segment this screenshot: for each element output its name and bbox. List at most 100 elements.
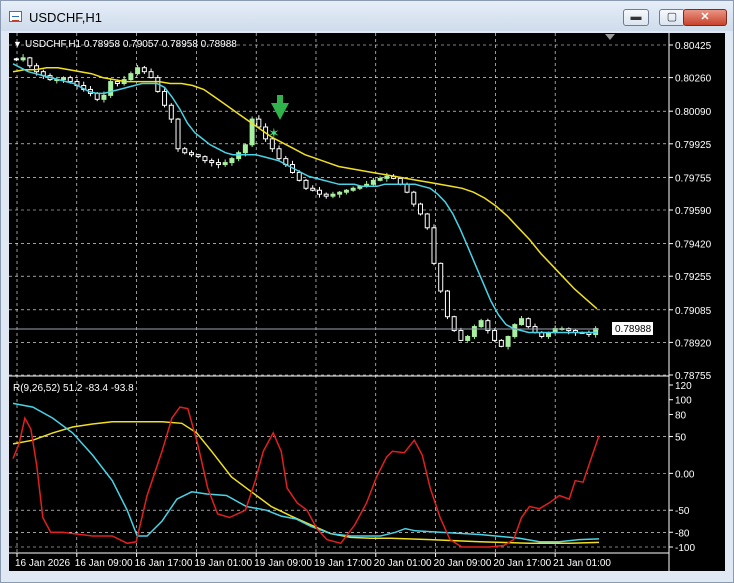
current-price-label: 0.78988	[615, 324, 652, 335]
price-tick-label: 0.79755	[675, 173, 712, 184]
chart-area[interactable]: ✶ ▼ USDCHF,H1 0.78958 0.79057 0.78958 0.…	[9, 33, 725, 571]
oscillator-axis: 120 100 80 50 0.00 -50 -80 -100	[669, 381, 695, 554]
signal-star-icon: ✶	[268, 125, 280, 141]
maximize-button[interactable]: ▢	[659, 9, 685, 26]
time-tick-label: 19 Jan 09:00	[254, 558, 312, 569]
candle-body	[525, 318, 531, 328]
candle-body	[135, 67, 141, 75]
candle-body	[532, 326, 538, 334]
candle-body	[108, 81, 114, 96]
time-tick-label: 19 Jan 01:00	[194, 558, 252, 569]
oscillator-tick-label: 100	[675, 396, 692, 407]
candle-body	[384, 175, 390, 179]
price-axis: 0.80425 0.80260 0.80090 0.79925 0.79755 0.795…	[668, 33, 712, 571]
candle-body	[303, 179, 309, 189]
oscillator-tick-label: 50	[675, 433, 687, 444]
title-bar[interactable]: USDCHF,H1 ▬ ▢ ✕	[1, 1, 733, 31]
candle-body	[182, 148, 188, 154]
minimize-button[interactable]: ▬	[623, 9, 649, 26]
time-tick-label: 21 Jan 01:00	[553, 558, 611, 569]
price-tick-label: 0.78920	[675, 338, 712, 349]
candle-body	[370, 179, 376, 185]
candle-body	[162, 90, 168, 106]
price-tick-label: 0.79590	[675, 206, 712, 217]
candle-body	[418, 203, 424, 215]
oscillator-tick-label: 80	[675, 410, 687, 421]
candle-body	[444, 290, 450, 318]
oscillator-fast-line	[12, 406, 600, 548]
candle-body	[350, 187, 356, 191]
candle-body	[431, 227, 437, 264]
candle-body	[451, 316, 457, 332]
oscillator-header: R(9,26,52) 51.2 -83.4 -93.8	[13, 383, 134, 394]
candle-body	[519, 318, 525, 326]
oscillator-grid	[9, 436, 669, 548]
candle-body	[505, 335, 511, 347]
candle-body	[256, 118, 262, 128]
time-tick-label: 19 Jan 17:00	[314, 558, 372, 569]
candle-body	[209, 160, 215, 164]
candle-body	[296, 171, 302, 181]
price-tick-label: 0.79420	[675, 240, 712, 251]
candle-body	[471, 326, 477, 337]
candle-body	[148, 71, 154, 79]
fast-moving-average-line	[12, 63, 597, 334]
candle-body	[141, 67, 147, 73]
candle-body	[337, 191, 343, 195]
time-tick-label: 16 Jan 17:00	[135, 558, 193, 569]
candle-body	[310, 187, 316, 191]
oscillator-mid-line	[12, 402, 600, 543]
candle-body	[411, 191, 417, 205]
price-tick-label: 0.79085	[675, 306, 712, 317]
candle-body	[168, 104, 174, 120]
oscillator-slow-line	[12, 421, 600, 545]
candle-body	[397, 177, 403, 185]
candle-body	[188, 152, 194, 156]
signal-arrow-icon	[271, 95, 289, 120]
candle-body	[236, 152, 242, 160]
candle-body	[404, 183, 410, 193]
candle-body	[478, 320, 484, 328]
candle-body	[114, 81, 120, 85]
chart-window: USDCHF,H1 ▬ ▢ ✕ ✶ ▼ USDCHF,H1 0.78958 0.…	[0, 0, 734, 583]
price-tick-label: 0.79255	[675, 272, 712, 283]
candle-body	[424, 213, 430, 229]
candle-body	[498, 339, 504, 347]
candle-body	[101, 94, 107, 100]
candle-body	[27, 57, 33, 67]
time-tick-label: 16 Jan 2026	[15, 558, 70, 569]
candle-body	[229, 158, 235, 164]
chart-icon	[9, 11, 22, 22]
candle-body	[276, 148, 282, 160]
candle-body	[61, 77, 67, 81]
candle-body	[330, 193, 336, 197]
candle-body	[438, 262, 444, 292]
candle-body	[175, 118, 181, 150]
chart-canvas[interactable]: ✶ ▼ USDCHF,H1 0.78958 0.79057 0.78958 0.…	[9, 33, 725, 571]
time-tick-label: 20 Jan 17:00	[493, 558, 551, 569]
candle-body	[195, 154, 201, 158]
candle-body	[128, 73, 134, 81]
oscillator-tick-label: -100	[675, 543, 695, 554]
candle-body	[316, 189, 322, 195]
oscillator-tick-label: -80	[675, 528, 690, 539]
price-tick-label: 0.79925	[675, 140, 712, 151]
oscillator-tick-label: 120	[675, 381, 692, 392]
time-tick-label: 20 Jan 01:00	[374, 558, 432, 569]
candle-body	[343, 189, 349, 193]
candle-body	[492, 330, 498, 341]
price-tick-label: 0.80260	[675, 74, 712, 85]
candle-body	[13, 58, 19, 61]
candles	[13, 54, 599, 350]
shift-marker-icon[interactable]	[605, 34, 615, 40]
candle-body	[512, 324, 518, 337]
candle-body	[242, 144, 248, 154]
candle-body	[377, 177, 383, 181]
candle-body	[323, 193, 329, 197]
close-button[interactable]: ✕	[683, 9, 727, 26]
window-title: USDCHF,H1	[29, 10, 102, 25]
price-tick-label: 0.80425	[675, 41, 712, 52]
time-axis: 16 Jan 2026 16 Jan 09:00 16 Jan 17:00 19 Ja…	[9, 552, 669, 569]
time-tick-label: 20 Jan 09:00	[434, 558, 492, 569]
dropdown-triangle-icon[interactable]: ▼	[13, 39, 22, 49]
